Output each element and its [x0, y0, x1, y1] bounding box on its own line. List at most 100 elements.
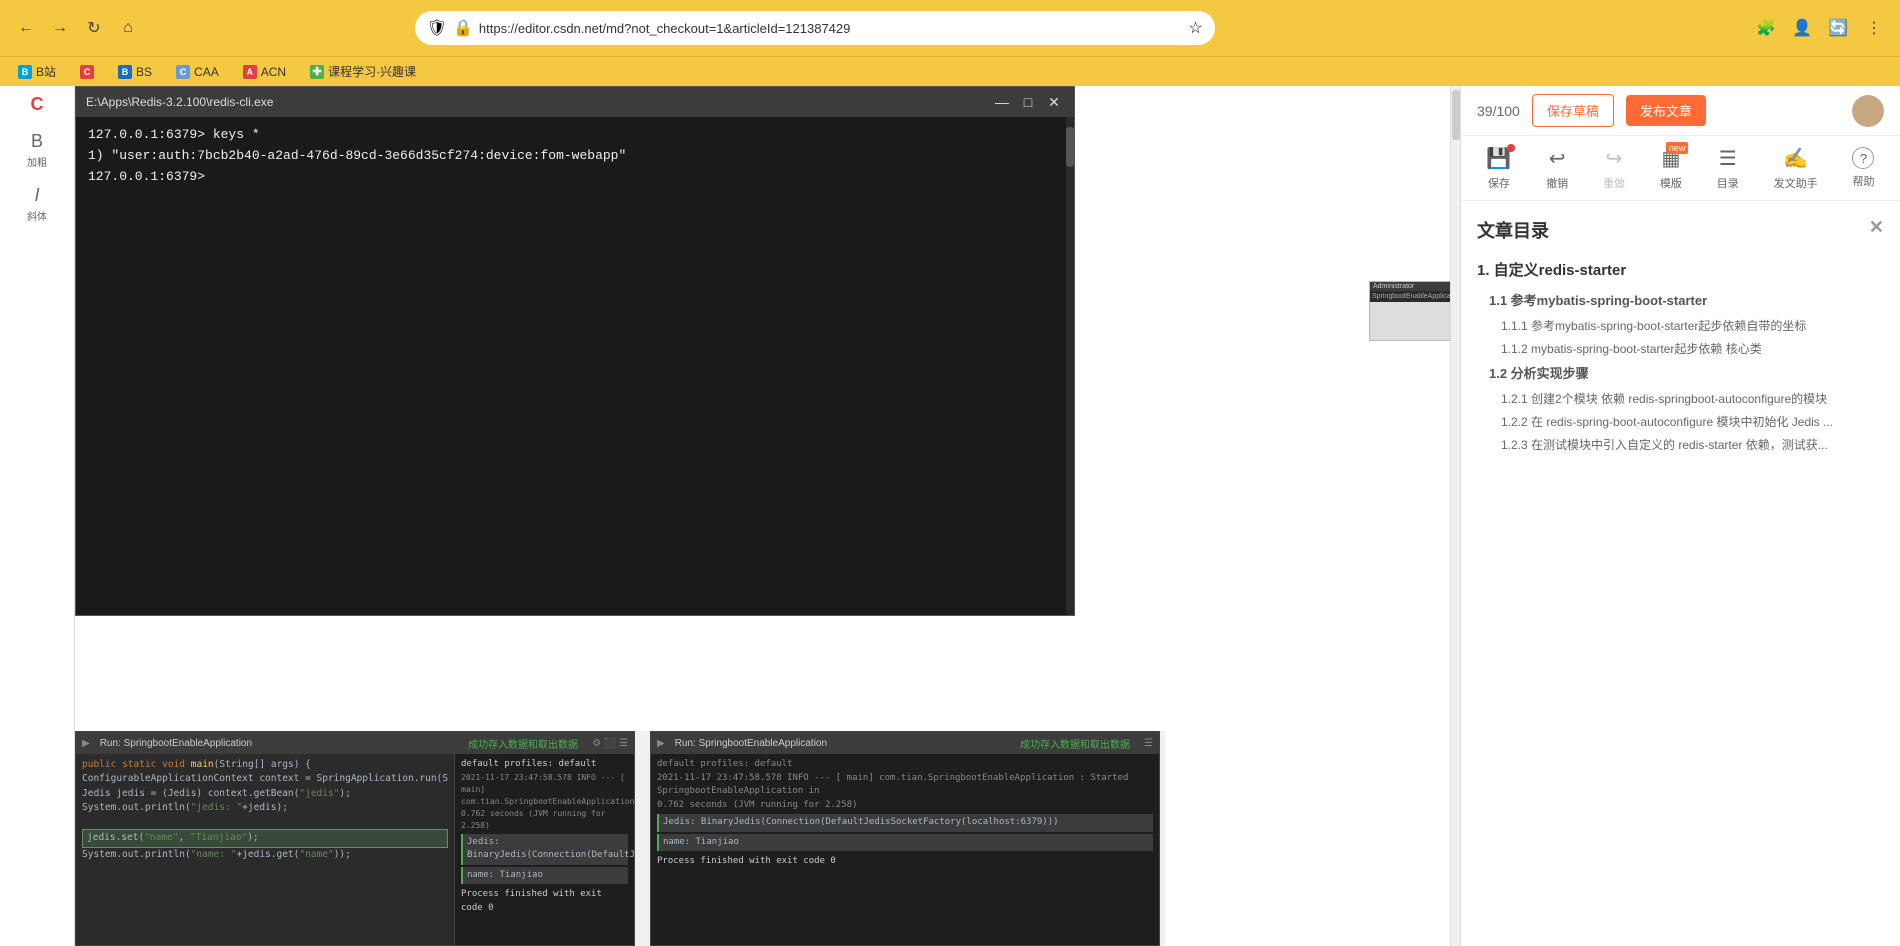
ide-right-screenshot: ▶ Run: SpringbootEnableApplication 成功存入数…	[650, 731, 1160, 946]
editor-actions-bar: 💾 保存 ↩ 撤销 ↪ 重做 ▦ new 模版 ☰	[1461, 136, 1900, 201]
acn-label: ACN	[261, 65, 286, 79]
bold-icon: B	[31, 131, 43, 152]
toc-item-1-2-2[interactable]: 1.2.2 在 redis-spring-boot-autoconfigure …	[1501, 413, 1884, 430]
save-label: 保存	[1488, 175, 1510, 191]
sidebar-item-italic[interactable]: I 斜体	[0, 177, 74, 231]
right-mini-screenshot-1: Administrator SpringbootEnableApplicatio…	[1369, 281, 1459, 341]
redo-icon: ↪	[1606, 146, 1623, 171]
italic-icon: I	[34, 185, 39, 206]
toc-item-1-1[interactable]: 1.1 参考mybatis-spring-boot-starter	[1489, 290, 1884, 309]
extensions-button[interactable]: 🧩	[1752, 14, 1780, 42]
bookmark-courses[interactable]: ✚ 课程学习·兴趣课	[304, 61, 422, 82]
action-save[interactable]: 💾 保存	[1486, 146, 1511, 191]
bs-icon: B	[118, 65, 132, 79]
browser-chrome: ← → ↻ ⌂ 🛡 🔒 https://editor.csdn.net/md?n…	[0, 0, 1900, 56]
ide-left-screenshot: ▶ Run: SpringbootEnableApplication 成功存入数…	[75, 731, 635, 946]
publish-button[interactable]: 发布文章	[1626, 95, 1706, 126]
courses-icon: ✚	[310, 65, 324, 79]
ide-code-content: public static void main(String[] args) {…	[82, 758, 448, 862]
terminal-line-3: 127.0.0.1:6379>	[88, 167, 1062, 188]
refresh-button[interactable]: ↻	[80, 14, 108, 42]
save-dot	[1507, 144, 1515, 152]
menu-button[interactable]: ⋮	[1860, 14, 1888, 42]
lock-icon: 🔒	[453, 18, 473, 38]
toc-item-1-1-1[interactable]: 1.1.1 参考mybatis-spring-boot-starter起步依赖自…	[1501, 317, 1884, 334]
nav-buttons: ← → ↻ ⌂	[12, 14, 142, 42]
csdn-logo: C	[31, 94, 44, 115]
sync-button[interactable]: 🔄	[1824, 14, 1852, 42]
bookmarks-bar: B B站 C B BS C CAA A ACN ✚ 课程学习·兴趣课	[0, 56, 1900, 86]
article-scrollbar[interactable]	[1450, 86, 1460, 946]
save-draft-button[interactable]: 保存草稿	[1532, 94, 1614, 127]
toc-item-1-2-3[interactable]: 1.2.3 在测试模块中引入自定义的 redis-starter 依赖，测试获.…	[1501, 436, 1884, 453]
terminal-minimize-button[interactable]: —	[992, 92, 1012, 112]
terminal-line-1: 127.0.0.1:6379> keys *	[88, 125, 1062, 146]
terminal-close-button[interactable]: ✕	[1044, 92, 1064, 112]
b-station-icon: B	[18, 65, 32, 79]
ide-right-output: default profiles: default 2021-11-17 23:…	[651, 754, 1159, 945]
ide-output-content: default profiles: default 2021-11-17 23:…	[461, 758, 628, 915]
user-avatar[interactable]	[1852, 95, 1884, 127]
toc-close-button[interactable]: ✕	[1869, 217, 1884, 243]
terminal-content[interactable]: 127.0.0.1:6379> keys * 1) "user:auth:7bc…	[76, 117, 1074, 615]
address-text[interactable]: https://editor.csdn.net/md?not_checkout=…	[479, 21, 1182, 36]
action-assistant[interactable]: ✍ 发文助手	[1774, 146, 1818, 191]
terminal-line-2: 1) "user:auth:7bcb2b40-a2ad-476d-89cd-3e…	[88, 146, 1062, 167]
toc-item-1-1[interactable]: 1. 自定义redis-starter	[1477, 259, 1884, 280]
jedis-output: Jedis: BinaryJedis(Connection(DefaultJed…	[461, 834, 628, 865]
forward-button[interactable]: →	[46, 14, 74, 42]
editor-panel: 39/100 保存草稿 发布文章 💾 保存 ↩ 撤销 ↪ 重做	[1460, 86, 1900, 946]
article-bottom-area: 2. 测试 ▶ Run: SpringbootEnableApplication…	[75, 731, 1165, 946]
toc-title-text: 文章目录	[1477, 217, 1549, 243]
bookmark-acn[interactable]: A ACN	[237, 63, 292, 81]
ide-code-panel: public static void main(String[] args) {…	[76, 754, 454, 945]
action-undo[interactable]: ↩ 撤销	[1546, 146, 1568, 191]
caa-icon: C	[176, 65, 190, 79]
word-count: 39/100	[1477, 103, 1520, 119]
exit-msg: Process finished with exit code 0	[461, 888, 628, 915]
terminal-controls: — □ ✕	[992, 92, 1064, 112]
bookmark-caa[interactable]: C CAA	[170, 63, 225, 81]
left-sidebar: C B 加粗 I 斜体	[0, 86, 75, 946]
action-help[interactable]: ? 帮助	[1852, 147, 1874, 189]
bs-label: BS	[136, 65, 152, 79]
help-icon: ?	[1852, 147, 1874, 169]
ide-right-header: ▶ Run: SpringbootEnableApplication 成功存入数…	[651, 732, 1159, 754]
toc-item-1-1-2[interactable]: 1.1.2 mybatis-spring-boot-starter起步依赖 核心…	[1501, 340, 1884, 357]
action-redo[interactable]: ↪ 重做	[1603, 146, 1625, 191]
ide-output-panel: default profiles: default 2021-11-17 23:…	[454, 754, 634, 945]
bookmark-csdn[interactable]: C	[74, 63, 100, 81]
template-label: 模版	[1660, 175, 1682, 191]
back-button[interactable]: ←	[12, 14, 40, 42]
bold-label: 加粗	[27, 154, 47, 169]
bookmark-bs[interactable]: B BS	[112, 63, 158, 81]
assistant-icon: ✍	[1783, 146, 1808, 171]
toc-item-1-2[interactable]: 1.2 分析实现步骤	[1489, 363, 1884, 382]
ide-left-body-container: public static void main(String[] args) {…	[76, 754, 634, 945]
courses-label: 课程学习·兴趣课	[328, 63, 416, 80]
terminal-scrollbar[interactable]	[1066, 117, 1074, 615]
toc-label: 目录	[1717, 175, 1739, 191]
browser-actions: 🧩 👤 🔄 ⋮	[1752, 14, 1888, 42]
italic-label: 斜体	[27, 208, 47, 223]
undo-icon: ↩	[1549, 146, 1566, 171]
help-label: 帮助	[1852, 173, 1874, 189]
terminal-maximize-button[interactable]: □	[1018, 92, 1038, 112]
toc-item-1-2-1[interactable]: 1.2.1 创建2个模块 依赖 redis-springboot-autocon…	[1501, 390, 1884, 407]
name-output: name: Tianjiao	[461, 867, 628, 885]
undo-label: 撤销	[1546, 175, 1568, 191]
b-station-label: B站	[36, 63, 56, 80]
address-bar-container: 🛡 🔒 https://editor.csdn.net/md?not_check…	[415, 11, 1215, 45]
bookmark-icon[interactable]: ☆	[1188, 18, 1202, 38]
csdn-icon: C	[80, 65, 94, 79]
main-area: C B 加粗 I 斜体 【在这里插… /c96cc7c2… E:\Apps\Re…	[0, 86, 1900, 946]
home-button[interactable]: ⌂	[114, 14, 142, 42]
bookmark-b-station[interactable]: B B站	[12, 61, 62, 82]
ide-success-msg: 成功存入数据和取出数据	[468, 736, 578, 751]
redo-label: 重做	[1603, 175, 1625, 191]
action-toc[interactable]: ☰ 目录	[1717, 146, 1739, 191]
action-template[interactable]: ▦ new 模版	[1660, 146, 1682, 191]
profile-button[interactable]: 👤	[1788, 14, 1816, 42]
sidebar-item-bold[interactable]: B 加粗	[0, 123, 74, 177]
ide-run-label: Run: SpringbootEnableApplication	[100, 738, 252, 749]
